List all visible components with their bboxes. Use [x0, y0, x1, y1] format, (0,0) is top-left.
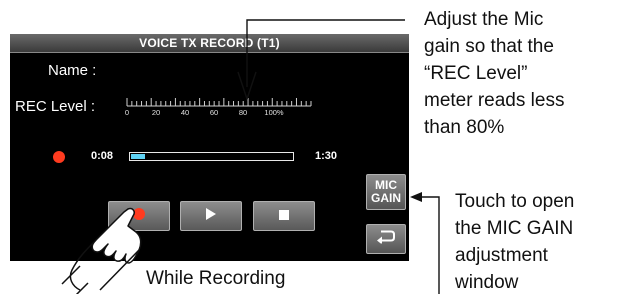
- hand-pointer-icon: [61, 207, 142, 294]
